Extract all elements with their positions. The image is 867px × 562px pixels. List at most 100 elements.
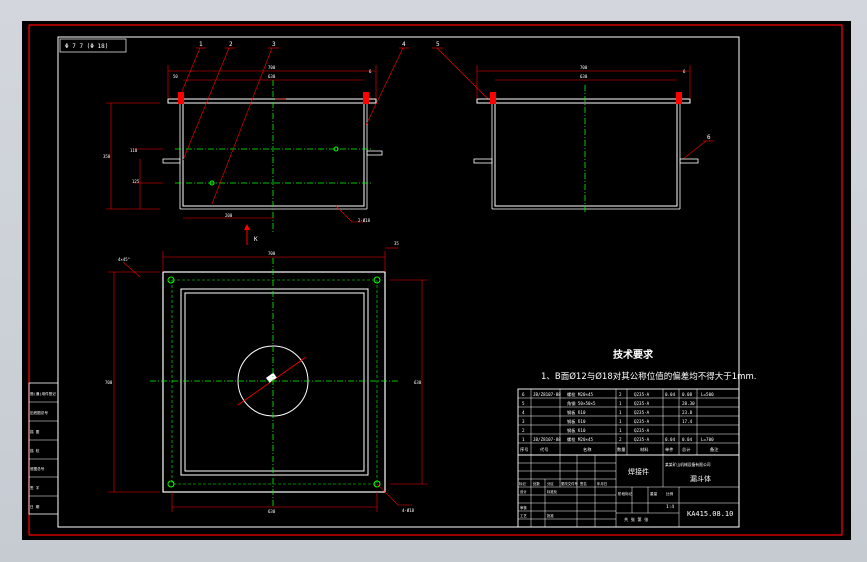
- section-arrow: K: [244, 224, 258, 245]
- drawing-name: 漏斗体: [690, 474, 711, 483]
- balloon-leaders: [177, 47, 714, 205]
- bom-cell: 钢板 δ10: [567, 427, 586, 434]
- title-block: 焊接件 某某矿山机械设备有限公司 漏斗体 KA415.08.10 阶段标记 重量…: [517, 454, 740, 528]
- dim-side-right: 6: [683, 69, 686, 74]
- signature-col: 更改文件号: [561, 481, 579, 486]
- signature-col: 年月日: [597, 481, 607, 486]
- plan-view: 700 700 630 630 4×45° 35 4-Ø18: [105, 241, 428, 514]
- bom-cell: L=500: [701, 392, 714, 397]
- bom-cell: 0.04: [665, 392, 676, 397]
- dim-front-left: 50: [173, 74, 178, 79]
- balloon-2: 2: [229, 41, 233, 48]
- bom-cell: L=700: [701, 437, 714, 442]
- bom-cell: 角钢 50×50×5: [567, 400, 596, 407]
- sheet-frame: [28, 24, 843, 536]
- bom-header-cell: 备注: [710, 446, 719, 453]
- bom-header-cell: 代号: [540, 446, 548, 453]
- balloon-3: 3: [272, 41, 276, 48]
- bom-cell: 螺栓 M20×45: [567, 391, 594, 398]
- bom-cell: 17.4: [682, 419, 693, 424]
- bom-header-cell: 材料: [640, 446, 649, 453]
- dim-front-overall: 700: [268, 65, 276, 70]
- dim-side-inner: 630: [580, 74, 588, 79]
- dim-plan-inner: 630: [268, 509, 276, 514]
- bom-cell: Q235-A: [634, 410, 650, 415]
- bom-cell: 4: [522, 410, 525, 415]
- bom-header-cell: 名称: [583, 446, 591, 453]
- bom-cell: 1: [619, 419, 622, 424]
- bom-cell: 1: [619, 410, 622, 415]
- dim-plan-right-height: 630: [414, 380, 422, 385]
- bom-cell: 0.04: [682, 437, 693, 442]
- dim-front-height: 350: [103, 154, 111, 159]
- bom-header-cell: 单件: [665, 446, 673, 453]
- cad-drawing: Φ 7 7 (Φ 18) 700 630 50 6 350 110 125 20…: [28, 24, 843, 536]
- sheet-count: 共 张 第 张: [624, 516, 649, 523]
- bom-cell: 2: [619, 437, 622, 442]
- bom-cell: Q235-A: [634, 392, 650, 397]
- bom-cell: 6: [522, 392, 525, 397]
- role-row: 设计: [520, 489, 527, 494]
- bom-cell: 28.30: [682, 401, 695, 406]
- bom-cell: 2: [522, 428, 525, 433]
- bom-header-cell: 数量: [617, 446, 625, 453]
- bom-cell: Q235-A: [634, 428, 650, 433]
- scale-label: 比例: [666, 491, 674, 496]
- balloon-5: 5: [436, 41, 440, 48]
- signature-col: 分区: [547, 481, 554, 486]
- dim-front-side-b: 125: [132, 179, 140, 184]
- company-name: 某某矿山机械设备有限公司: [665, 462, 711, 467]
- bom-cell: 1: [522, 437, 525, 442]
- bom-cell: Q235-A: [634, 437, 650, 442]
- role-row: 审核: [520, 505, 527, 510]
- signature-col: 签名: [580, 481, 587, 486]
- corner-tag: Φ 7 7 (Φ 18): [59, 38, 127, 53]
- dim-front-side-a: 110: [130, 148, 138, 153]
- role-row: 批准: [547, 513, 554, 518]
- dim-front-tag: 2-Ø18: [358, 218, 371, 223]
- bom-header-cell: 总计: [682, 446, 690, 453]
- dim-front-right: 6: [369, 69, 372, 74]
- left-strip-item: 旧底图总号: [30, 410, 48, 415]
- corner-tag-text: Φ 7 7 (Φ 18): [65, 43, 108, 50]
- left-strip-item: 描 校: [30, 448, 40, 453]
- bom-cell: 5: [522, 401, 525, 406]
- weight-label: 重量: [650, 491, 658, 496]
- bom-cell: 0.04: [665, 437, 676, 442]
- balloon-6: 6: [707, 134, 711, 141]
- tech-req-title: 技术要求: [613, 348, 654, 361]
- front-dimensions: [106, 65, 377, 219]
- role-row: 标准化: [547, 489, 558, 494]
- dim-plan-corner: 35: [394, 241, 399, 246]
- drawing-viewport[interactable]: Φ 7 7 (Φ 18) 700 630 50 6 350 110 125 20…: [22, 21, 851, 540]
- dim-front-bottom: 200: [225, 213, 233, 218]
- bom-cell: 1: [619, 428, 622, 433]
- dim-plan-bottom-tag: 4-Ø18: [402, 508, 415, 513]
- bom-cell: JB/Z8107-88: [533, 392, 561, 397]
- dim-front-inner: 630: [268, 74, 276, 79]
- stage-label: 阶段标记: [618, 491, 633, 496]
- side-view: 700 630 6: [473, 65, 699, 212]
- bom-cell: Q235-A: [634, 419, 650, 424]
- balloon-1: 1: [199, 41, 203, 48]
- left-strip-item: 描 图: [30, 429, 40, 434]
- bom-header-cell: 序号: [520, 446, 528, 453]
- tech-req-note: 1、B面Ø12与Ø18对其公称位值的偏差均不得大于1mm.: [541, 371, 756, 382]
- bom-cell: 1: [619, 401, 622, 406]
- front-view: 700 630 50 6 350 110 125 200 2-Ø18: [103, 65, 383, 232]
- bom-cell: 钢板 δ10: [567, 409, 586, 416]
- left-strip: 借(通)用件登记 旧底图总号 描 图 描 校 底图总号 签 字 日 期: [28, 382, 59, 515]
- bom-cell: 23.8: [682, 410, 693, 415]
- left-strip-item: 借(通)用件登记: [30, 391, 56, 396]
- bom-cell: 0.08: [682, 392, 693, 397]
- bom-cell: 3: [522, 419, 525, 424]
- dim-plan-overall: 700: [268, 251, 276, 256]
- dim-plan-height: 700: [105, 380, 113, 385]
- signature-col: 标记: [519, 481, 526, 486]
- dim-plan-left-tag: 4×45°: [118, 257, 130, 262]
- bom-cell: JB/Z8107-88: [533, 437, 561, 442]
- balloon-4: 4: [402, 41, 406, 48]
- left-strip-item: 底图总号: [30, 466, 45, 471]
- role-row: 工艺: [520, 513, 527, 518]
- left-strip-item: 日 期: [30, 504, 40, 509]
